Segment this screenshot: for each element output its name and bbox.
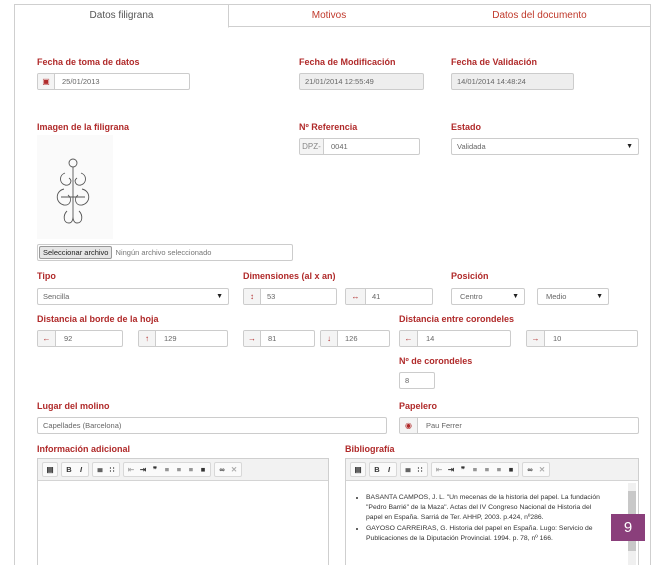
justify-icon[interactable]: ■ (505, 463, 517, 476)
align-left-icon[interactable]: ≡ (161, 463, 173, 476)
chevron-down-icon: ▼ (216, 293, 223, 300)
estado-label: Estado (451, 122, 482, 132)
select-file-button[interactable]: Seleccionar archivo (39, 246, 113, 259)
chevron-down-icon: ▼ (596, 293, 603, 300)
posicion-vertical-select[interactable]: Medio ▼ (537, 288, 609, 305)
fecha-modificacion-label: Fecha de Modificación (299, 57, 396, 67)
fecha-validacion-field: 14/01/2014 14:48:24 (451, 73, 574, 90)
referencia-field[interactable]: DPZ- 0041 (299, 138, 420, 155)
left-arrow-icon: ← (38, 331, 56, 346)
right-arrow-icon: → (244, 331, 261, 346)
tipo-label: Tipo (37, 271, 56, 281)
borde-derecha-field[interactable]: → 81 (243, 330, 315, 347)
dimensiones-label: Dimensiones (al x an) (243, 271, 336, 281)
watermark-image (37, 135, 113, 239)
fecha-validacion-label: Fecha de Validación (451, 57, 538, 67)
lugar-molino-label: Lugar del molino (37, 401, 110, 411)
imagen-label: Imagen de la filigrana (37, 122, 130, 132)
blockquote-icon[interactable]: ❞ (149, 463, 161, 476)
borde-abajo-field[interactable]: ↓ 126 (320, 330, 390, 347)
list-item: BASANTA CAMPOS, J. L. "Un mecenas de la … (366, 493, 602, 523)
editor-toolbar: ▤ BI ≣ ∷ ⇤ ⇥ ❞ ≡ ≡ ≡ ■ ∞ ✕ (38, 459, 328, 481)
alto-field[interactable]: ↕ 53 (243, 288, 337, 305)
user-icon: ◉ (400, 418, 418, 433)
ancho-field[interactable]: ↔ 41 (345, 288, 433, 305)
unlink-icon[interactable]: ✕ (536, 463, 548, 476)
italic-button[interactable]: I (383, 463, 395, 476)
justify-icon[interactable]: ■ (197, 463, 209, 476)
bulleted-list-icon[interactable]: ∷ (414, 463, 426, 476)
width-arrow-icon: ↔ (346, 289, 366, 304)
tab-datos-filigrana[interactable]: Datos filigrana (15, 5, 229, 28)
numbered-list-icon[interactable]: ≣ (94, 463, 106, 476)
papelero-field[interactable]: ◉ Pau Ferrer (399, 417, 639, 434)
align-center-icon[interactable]: ≡ (173, 463, 185, 476)
outdent-icon[interactable]: ⇤ (125, 463, 137, 476)
corondeles-izquierda-field[interactable]: ← 14 (399, 330, 511, 347)
referencia-label: Nº Referencia (299, 122, 358, 132)
numbered-list-icon[interactable]: ≣ (402, 463, 414, 476)
bibliografia-editor[interactable]: ▤ BI ≣∷ ⇤⇥❞≡≡≡■ ∞✕ BASANTA CAMPOS, J. L.… (345, 458, 639, 565)
bibliografia-label: Bibliografía (345, 444, 395, 454)
tab-motivos[interactable]: Motivos (229, 5, 429, 27)
info-adicional-editor[interactable]: ▤ BI ≣ ∷ ⇤ ⇥ ❞ ≡ ≡ ≡ ■ ∞ ✕ (37, 458, 329, 565)
page-number-badge: 9 (611, 514, 645, 541)
blockquote-icon[interactable]: ❞ (457, 463, 469, 476)
paste-icon[interactable]: ▤ (44, 463, 56, 476)
corondeles-derecha-field[interactable]: → 10 (526, 330, 638, 347)
align-left-icon[interactable]: ≡ (469, 463, 481, 476)
watermark-drawing-icon (56, 158, 90, 224)
outdent-icon[interactable]: ⇤ (433, 463, 445, 476)
fecha-toma-field[interactable]: ▣ 25/01/2013 (37, 73, 190, 90)
link-icon[interactable]: ∞ (216, 463, 228, 476)
posicion-horizontal-select[interactable]: Centro ▼ (451, 288, 525, 305)
num-corondeles-label: Nº de corondeles (399, 356, 473, 366)
align-right-icon[interactable]: ≡ (493, 463, 505, 476)
bold-button[interactable]: B (63, 463, 75, 476)
bibliography-list: BASANTA CAMPOS, J. L. "Un mecenas de la … (356, 493, 602, 545)
tab-datos-documento[interactable]: Datos del documento (429, 5, 650, 27)
borde-izquierda-field[interactable]: ← 92 (37, 330, 123, 347)
chevron-down-icon: ▼ (512, 293, 519, 300)
posicion-label: Posición (451, 271, 489, 281)
form-panel: Datos filigrana Motivos Datos del docume… (14, 4, 651, 565)
file-input[interactable]: Seleccionar archivo Ningún archivo selec… (37, 244, 293, 261)
height-arrow-icon: ↕ (244, 289, 261, 304)
fecha-toma-label: Fecha de toma de datos (37, 57, 140, 67)
paste-icon[interactable]: ▤ (352, 463, 364, 476)
chevron-down-icon: ▼ (626, 143, 633, 150)
lugar-molino-field[interactable]: Capellades (Barcelona) (37, 417, 387, 434)
num-corondeles-field[interactable]: 8 (399, 372, 435, 389)
align-center-icon[interactable]: ≡ (481, 463, 493, 476)
bulleted-list-icon[interactable]: ∷ (106, 463, 118, 476)
bold-button[interactable]: B (371, 463, 383, 476)
tipo-select[interactable]: Sencilla ▼ (37, 288, 229, 305)
right-arrow-icon: → (527, 331, 545, 346)
indent-icon[interactable]: ⇥ (137, 463, 149, 476)
info-adicional-label: Información adicional (37, 444, 131, 454)
distancia-borde-label: Distancia al borde de la hoja (37, 314, 159, 324)
borde-arriba-field[interactable]: ↑ 129 (138, 330, 228, 347)
tab-bar: Datos filigrana Motivos Datos del docume… (15, 5, 650, 28)
distancia-corondeles-label: Distancia entre corondeles (399, 314, 515, 324)
italic-button[interactable]: I (75, 463, 87, 476)
papelero-label: Papelero (399, 401, 438, 411)
file-status: Ningún archivo seleccionado (115, 248, 212, 257)
calendar-icon[interactable]: ▣ (38, 74, 55, 89)
indent-icon[interactable]: ⇥ (445, 463, 457, 476)
editor-toolbar: ▤ BI ≣ ∷ ⇤ ⇥ ❞ ≡ ≡ ≡ ■ ∞ ✕ (346, 459, 638, 481)
list-item: GAYOSO CARREIRAS, G. Historia del papel … (366, 524, 602, 544)
referencia-prefix: DPZ- (300, 139, 324, 154)
down-arrow-icon: ↓ (321, 331, 338, 346)
left-arrow-icon: ← (400, 331, 418, 346)
up-arrow-icon: ↑ (139, 331, 156, 346)
estado-select[interactable]: Validada ▼ (451, 138, 639, 155)
align-right-icon[interactable]: ≡ (185, 463, 197, 476)
fecha-modificacion-field: 21/01/2014 12:55:49 (299, 73, 424, 90)
unlink-icon[interactable]: ✕ (228, 463, 240, 476)
link-icon[interactable]: ∞ (524, 463, 536, 476)
